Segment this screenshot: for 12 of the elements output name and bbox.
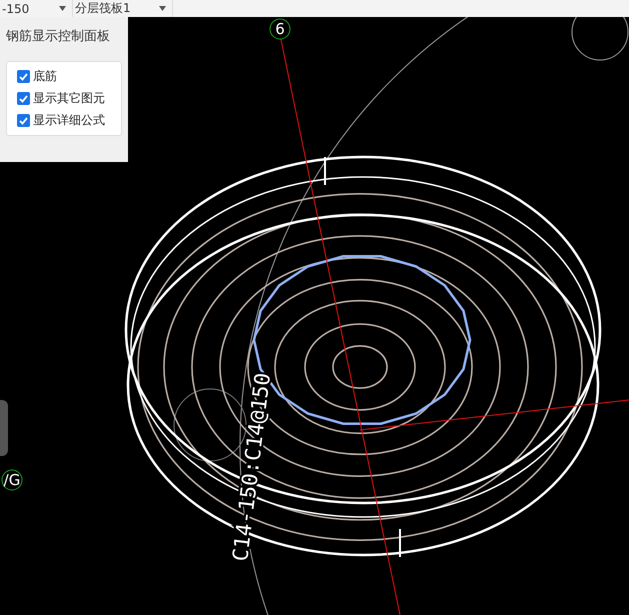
axis-marker: /G — [2, 470, 22, 490]
caret-icon — [59, 6, 66, 11]
checkbox[interactable] — [17, 70, 30, 83]
panel-title: 钢筋显示控制面板 — [6, 28, 111, 45]
checkbox-label: 底筋 — [33, 68, 57, 85]
caret-icon — [159, 6, 166, 11]
panel-handle[interactable] — [0, 400, 8, 456]
checkbox-label: 显示其它图元 — [33, 90, 105, 107]
checkbox[interactable] — [17, 114, 30, 127]
checkbox[interactable] — [17, 92, 30, 105]
checkbox-label: 显示详细公式 — [33, 112, 105, 129]
axis-marker: 6 — [270, 18, 290, 40]
